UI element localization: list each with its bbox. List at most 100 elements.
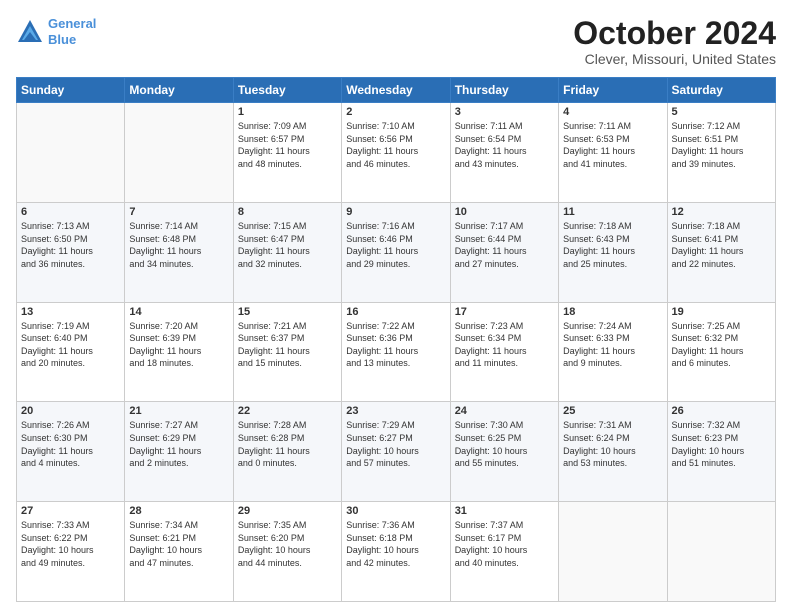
calendar-cell: 28Sunrise: 7:34 AM Sunset: 6:21 PM Dayli… (125, 502, 233, 602)
day-info: Sunrise: 7:29 AM Sunset: 6:27 PM Dayligh… (346, 419, 445, 469)
calendar-week-row: 13 Sunrise: 7:19 AM Sunset: 6:40 PM Dayli… (17, 302, 776, 402)
calendar-cell: 6 Sunrise: 7:13 AM Sunset: 6:50 PM Daylig… (17, 202, 125, 302)
calendar-cell: 18Sunrise: 7:24 AM Sunset: 6:33 PM Dayli… (559, 302, 667, 402)
calendar-cell (667, 502, 775, 602)
day-number: 9 (346, 206, 445, 218)
page: General Blue October 2024 Clever, Missou… (0, 0, 792, 612)
day-number: 6 (21, 206, 120, 218)
calendar-week-row: 20 Sunrise: 7:26 AM Sunset: 6:30 PM Dayli… (17, 402, 776, 502)
calendar-week-row: 6 Sunrise: 7:13 AM Sunset: 6:50 PM Daylig… (17, 202, 776, 302)
day-number: 23 (346, 405, 445, 417)
calendar-cell: 20 Sunrise: 7:26 AM Sunset: 6:30 PM Dayli… (17, 402, 125, 502)
calendar-cell: 12 Sunrise: 7:18 AM Sunset: 6:41 PM Dayli… (667, 202, 775, 302)
calendar-cell: 31Sunrise: 7:37 AM Sunset: 6:17 PM Dayli… (450, 502, 558, 602)
day-info: Sunrise: 7:32 AM Sunset: 6:23 PM Dayligh… (672, 419, 771, 469)
calendar-cell: 2Sunrise: 7:10 AM Sunset: 6:56 PM Daylig… (342, 103, 450, 203)
day-info: Sunrise: 7:19 AM Sunset: 6:40 PM Dayligh… (21, 320, 120, 370)
day-info: Sunrise: 7:21 AM Sunset: 6:37 PM Dayligh… (238, 320, 337, 370)
day-info: Sunrise: 7:23 AM Sunset: 6:34 PM Dayligh… (455, 320, 554, 370)
day-info: Sunrise: 7:24 AM Sunset: 6:33 PM Dayligh… (563, 320, 662, 370)
day-info: Sunrise: 7:27 AM Sunset: 6:29 PM Dayligh… (129, 419, 228, 469)
day-number: 12 (672, 206, 771, 218)
calendar-cell: 5 Sunrise: 7:12 AM Sunset: 6:51 PM Daylig… (667, 103, 775, 203)
day-number: 10 (455, 206, 554, 218)
day-number: 25 (563, 405, 662, 417)
day-number: 13 (21, 306, 120, 318)
header: General Blue October 2024 Clever, Missou… (16, 16, 776, 67)
calendar-body: 1 Sunrise: 7:09 AM Sunset: 6:57 PM Daylig… (17, 103, 776, 602)
day-info: Sunrise: 7:33 AM Sunset: 6:22 PM Dayligh… (21, 519, 120, 569)
calendar-cell: 16 Sunrise: 7:22 AM Sunset: 6:36 PM Dayli… (342, 302, 450, 402)
calendar-week-row: 27 Sunrise: 7:33 AM Sunset: 6:22 PM Dayli… (17, 502, 776, 602)
day-info: Sunrise: 7:12 AM Sunset: 6:51 PM Dayligh… (672, 120, 771, 170)
logo-line1: General (48, 16, 96, 31)
calendar-cell: 4 Sunrise: 7:11 AM Sunset: 6:53 PM Daylig… (559, 103, 667, 203)
calendar-cell: 11Sunrise: 7:18 AM Sunset: 6:43 PM Dayli… (559, 202, 667, 302)
calendar-cell: 26 Sunrise: 7:32 AM Sunset: 6:23 PM Dayli… (667, 402, 775, 502)
day-number: 19 (672, 306, 771, 318)
day-info: Sunrise: 7:11 AM Sunset: 6:53 PM Dayligh… (563, 120, 662, 170)
weekday-header: Tuesday (233, 78, 341, 103)
calendar-week-row: 1 Sunrise: 7:09 AM Sunset: 6:57 PM Daylig… (17, 103, 776, 203)
month-title: October 2024 (573, 16, 776, 51)
calendar-cell (125, 103, 233, 203)
day-number: 29 (238, 505, 337, 517)
day-number: 26 (672, 405, 771, 417)
day-number: 5 (672, 106, 771, 118)
logo-icon (16, 18, 44, 46)
calendar-cell: 27 Sunrise: 7:33 AM Sunset: 6:22 PM Dayli… (17, 502, 125, 602)
day-number: 16 (346, 306, 445, 318)
day-number: 15 (238, 306, 337, 318)
calendar-cell: 14Sunrise: 7:20 AM Sunset: 6:39 PM Dayli… (125, 302, 233, 402)
day-info: Sunrise: 7:25 AM Sunset: 6:32 PM Dayligh… (672, 320, 771, 370)
day-info: Sunrise: 7:16 AM Sunset: 6:46 PM Dayligh… (346, 220, 445, 270)
day-info: Sunrise: 7:35 AM Sunset: 6:20 PM Dayligh… (238, 519, 337, 569)
day-info: Sunrise: 7:31 AM Sunset: 6:24 PM Dayligh… (563, 419, 662, 469)
day-number: 27 (21, 505, 120, 517)
calendar-cell: 25 Sunrise: 7:31 AM Sunset: 6:24 PM Dayli… (559, 402, 667, 502)
day-info: Sunrise: 7:34 AM Sunset: 6:21 PM Dayligh… (129, 519, 228, 569)
day-number: 4 (563, 106, 662, 118)
weekday-header: Thursday (450, 78, 558, 103)
day-info: Sunrise: 7:14 AM Sunset: 6:48 PM Dayligh… (129, 220, 228, 270)
weekday-header: Monday (125, 78, 233, 103)
weekday-header: Sunday (17, 78, 125, 103)
day-info: Sunrise: 7:37 AM Sunset: 6:17 PM Dayligh… (455, 519, 554, 569)
day-info: Sunrise: 7:20 AM Sunset: 6:39 PM Dayligh… (129, 320, 228, 370)
day-info: Sunrise: 7:28 AM Sunset: 6:28 PM Dayligh… (238, 419, 337, 469)
location: Clever, Missouri, United States (573, 51, 776, 67)
calendar-table: SundayMondayTuesdayWednesdayThursdayFrid… (16, 77, 776, 602)
calendar-cell (17, 103, 125, 203)
day-number: 2 (346, 106, 445, 118)
day-number: 1 (238, 106, 337, 118)
logo-line2: Blue (48, 32, 76, 47)
day-number: 8 (238, 206, 337, 218)
day-info: Sunrise: 7:22 AM Sunset: 6:36 PM Dayligh… (346, 320, 445, 370)
calendar-cell: 29 Sunrise: 7:35 AM Sunset: 6:20 PM Dayli… (233, 502, 341, 602)
calendar-cell: 9 Sunrise: 7:16 AM Sunset: 6:46 PM Daylig… (342, 202, 450, 302)
calendar-cell: 7Sunrise: 7:14 AM Sunset: 6:48 PM Daylig… (125, 202, 233, 302)
logo-text: General Blue (48, 16, 96, 47)
day-number: 3 (455, 106, 554, 118)
calendar-cell: 17 Sunrise: 7:23 AM Sunset: 6:34 PM Dayli… (450, 302, 558, 402)
day-info: Sunrise: 7:11 AM Sunset: 6:54 PM Dayligh… (455, 120, 554, 170)
day-number: 20 (21, 405, 120, 417)
day-info: Sunrise: 7:26 AM Sunset: 6:30 PM Dayligh… (21, 419, 120, 469)
day-info: Sunrise: 7:13 AM Sunset: 6:50 PM Dayligh… (21, 220, 120, 270)
calendar-cell: 15 Sunrise: 7:21 AM Sunset: 6:37 PM Dayli… (233, 302, 341, 402)
calendar-cell: 13 Sunrise: 7:19 AM Sunset: 6:40 PM Dayli… (17, 302, 125, 402)
calendar-cell: 23 Sunrise: 7:29 AM Sunset: 6:27 PM Dayli… (342, 402, 450, 502)
day-number: 30 (346, 505, 445, 517)
logo: General Blue (16, 16, 96, 47)
day-info: Sunrise: 7:18 AM Sunset: 6:41 PM Dayligh… (672, 220, 771, 270)
calendar-cell: 21Sunrise: 7:27 AM Sunset: 6:29 PM Dayli… (125, 402, 233, 502)
calendar-cell: 10Sunrise: 7:17 AM Sunset: 6:44 PM Dayli… (450, 202, 558, 302)
day-number: 24 (455, 405, 554, 417)
weekday-row: SundayMondayTuesdayWednesdayThursdayFrid… (17, 78, 776, 103)
day-info: Sunrise: 7:09 AM Sunset: 6:57 PM Dayligh… (238, 120, 337, 170)
title-block: October 2024 Clever, Missouri, United St… (573, 16, 776, 67)
calendar-cell (559, 502, 667, 602)
day-number: 22 (238, 405, 337, 417)
calendar-cell: 30Sunrise: 7:36 AM Sunset: 6:18 PM Dayli… (342, 502, 450, 602)
day-number: 17 (455, 306, 554, 318)
